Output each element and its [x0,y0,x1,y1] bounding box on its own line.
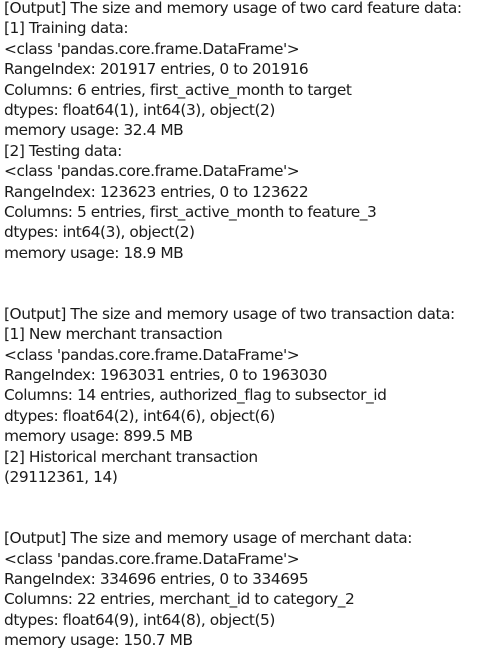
range-index-line: RangeIndex: 201917 entries, 0 to 201916 [4,60,309,79]
section-header: [Output] The size and memory usage of tw… [4,304,455,323]
class-line: <class 'pandas.core.frame.DataFrame'> [4,549,300,568]
section-header: [Output] The size and memory usage of tw… [4,0,462,17]
transaction-section: [Output] The size and memory usage of tw… [4,304,485,488]
columns-line: Columns: 5 entries, first_active_month t… [4,202,377,221]
class-line: <class 'pandas.core.frame.DataFrame'> [4,162,300,181]
subsection-title: [1] New merchant transaction [4,325,223,344]
columns-line: Columns: 22 entries, merchant_id to cate… [4,590,355,609]
merchant-section: [Output] The size and memory usage of me… [4,528,485,650]
subsection-title: [2] Historical merchant transaction [4,447,258,466]
columns-line: Columns: 6 entries, first_active_month t… [4,80,352,99]
shape-line: (29112361, 14) [4,467,118,486]
dtypes-line: dtypes: int64(3), object(2) [4,223,195,242]
class-line: <class 'pandas.core.frame.DataFrame'> [4,39,300,58]
memory-usage-line: memory usage: 899.5 MB [4,427,193,446]
class-line: <class 'pandas.core.frame.DataFrame'> [4,345,300,364]
output-log: [Output] The size and memory usage of tw… [4,0,485,651]
card-feature-section: [Output] The size and memory usage of tw… [4,0,485,263]
columns-line: Columns: 14 entries, authorized_flag to … [4,386,387,405]
dtypes-line: dtypes: float64(9), int64(8), object(5) [4,610,275,629]
subsection-title: [1] Training data: [4,19,129,38]
range-index-line: RangeIndex: 123623 entries, 0 to 123622 [4,182,309,201]
subsection-title: [2] Testing data: [4,141,122,160]
dtypes-line: dtypes: float64(2), int64(6), object(6) [4,406,275,425]
section-header: [Output] The size and memory usage of me… [4,529,412,548]
memory-usage-line: memory usage: 150.7 MB [4,631,193,650]
memory-usage-line: memory usage: 18.9 MB [4,243,184,262]
range-index-line: RangeIndex: 1963031 entries, 0 to 196303… [4,366,327,385]
range-index-line: RangeIndex: 334696 entries, 0 to 334695 [4,569,309,588]
dtypes-line: dtypes: float64(1), int64(3), object(2) [4,100,275,119]
memory-usage-line: memory usage: 32.4 MB [4,121,184,140]
